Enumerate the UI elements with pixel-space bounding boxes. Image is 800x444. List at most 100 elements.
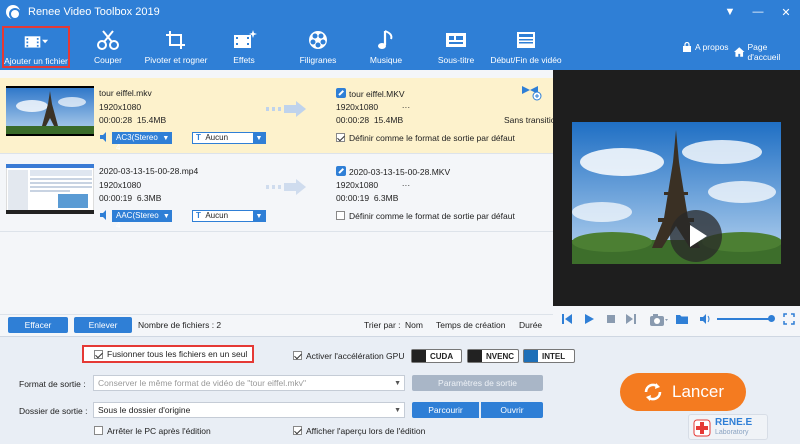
volume-handle[interactable] — [768, 315, 775, 322]
audio-track-select[interactable]: AC3(Stereo 4 ▼ — [112, 132, 172, 152]
launch-button[interactable]: Lancer — [620, 373, 746, 411]
skip-back-icon[interactable] — [561, 313, 573, 325]
output-resolution-row: 1920x1080 ··· — [336, 180, 410, 190]
home-link[interactable]: Page d'accueil — [734, 42, 800, 62]
gpu-option[interactable]: Activer l'accélération GPU — [293, 351, 404, 361]
default-format-checkbox[interactable] — [336, 211, 345, 220]
minimize-button[interactable]: — — [744, 0, 772, 24]
cut-label: Couper — [94, 55, 122, 65]
app-logo-icon — [6, 5, 21, 20]
default-format-checkbox[interactable] — [336, 133, 345, 142]
output-folder-select[interactable]: Sous le dossier d'origine ▼ — [93, 402, 405, 418]
merge-checkbox[interactable] — [94, 349, 103, 359]
cuda-label: CUDA — [430, 351, 454, 361]
volume-icon[interactable] — [699, 313, 711, 325]
about-label: A propos — [695, 42, 729, 52]
shutdown-checkbox[interactable] — [94, 426, 103, 435]
subtitle-value: Aucun — [205, 133, 229, 142]
transition-label: Sans transitio — [504, 115, 556, 125]
format-label: Format de sortie : — [19, 379, 86, 389]
stop-icon[interactable] — [605, 313, 617, 325]
add-file-label: Ajouter un fichier — [4, 56, 68, 66]
watermark-button[interactable]: Filigranes — [296, 26, 340, 68]
merge-option[interactable]: Fusionner tous les fichiers en un seul — [82, 345, 254, 363]
scissors-icon — [97, 30, 119, 50]
shutdown-option[interactable]: Arrêter le PC après l'édition — [94, 426, 211, 436]
video-thumbnail[interactable] — [6, 164, 94, 214]
file-row[interactable]: 2020-03-13-15-00-28.mp4 1920x1080 00:00:… — [0, 156, 553, 232]
subtitle-value: Aucun — [205, 211, 229, 220]
audio-track-icon — [100, 132, 106, 142]
audio-track-select[interactable]: AAC(Stereo 4 ▼ — [112, 210, 172, 230]
rotate-crop-label: Pivoter et rogner — [144, 55, 208, 65]
subtitle-select[interactable]: T Aucun ▼ — [192, 210, 266, 222]
fullscreen-icon[interactable] — [783, 313, 795, 325]
browse-button[interactable]: Parcourir — [412, 402, 479, 418]
subtitle-icon — [446, 33, 466, 47]
audio-track-value: AAC(Stereo 4 — [113, 211, 162, 230]
folder-icon[interactable] — [675, 313, 689, 325]
nvidia-icon — [412, 350, 426, 362]
transition-icon[interactable] — [520, 82, 544, 102]
cuda-badge[interactable]: CUDA — [411, 349, 462, 363]
nvenc-label: NVENC — [486, 351, 515, 361]
open-button[interactable]: Ouvrir — [481, 402, 543, 418]
effects-label: Effets — [233, 55, 255, 65]
title-bar: Renee Video Toolbox 2019 ▼ — ✕ — [0, 0, 800, 24]
gpu-checkbox[interactable] — [293, 351, 302, 360]
output-filename-row[interactable]: 2020-03-13-15-00-28.MKV — [336, 166, 450, 177]
preview-frame[interactable] — [572, 122, 781, 264]
subtitle-value-box: T Aucun — [193, 211, 253, 221]
intel-badge[interactable]: INTEL — [523, 349, 575, 363]
audio-track-icon — [100, 210, 106, 220]
output-duration-size: 00:00:28 15.4MB — [336, 115, 403, 125]
more-info-icon[interactable]: ··· — [402, 180, 411, 190]
default-format-label: Définir comme le format de sortie par dé… — [349, 133, 515, 143]
play-icon[interactable] — [583, 313, 595, 325]
file-row[interactable]: tour eiffel.mkv 1920x1080 00:00:28 15.4M… — [0, 78, 556, 154]
sort-name-option[interactable]: Nom — [405, 320, 423, 330]
launch-label: Lancer — [672, 382, 724, 401]
volume-slider[interactable] — [717, 318, 771, 320]
effects-button[interactable]: Effets — [226, 26, 262, 68]
intro-outro-button[interactable]: Début/Fin de vidéo — [490, 26, 562, 68]
video-thumbnail[interactable] — [6, 86, 94, 136]
gpu-label: Activer l'accélération GPU — [306, 351, 405, 361]
convert-arrow-icon — [266, 101, 306, 117]
camera-icon[interactable] — [649, 313, 669, 327]
output-duration: 00:00:19 — [336, 193, 370, 203]
output-filename-row[interactable]: tour eiffel.MKV — [336, 88, 405, 99]
play-overlay-button[interactable] — [670, 210, 722, 262]
preview-option[interactable]: Afficher l'aperçu lors de l'édition — [293, 426, 425, 436]
menu-dropdown-button[interactable]: ▼ — [716, 0, 744, 24]
music-button[interactable]: Musique — [366, 26, 406, 68]
preview-checkbox[interactable] — [293, 426, 302, 435]
remove-button[interactable]: Enlever — [74, 317, 132, 333]
subtitle-value-box: T Aucun — [193, 133, 253, 143]
about-link[interactable]: A propos — [682, 42, 729, 52]
cut-button[interactable]: Couper — [88, 26, 128, 68]
add-file-button[interactable]: Ajouter un fichier — [2, 26, 70, 68]
window-controls: ▼ — ✕ — [716, 0, 800, 24]
output-params-button[interactable]: Paramètres de sortie — [412, 375, 543, 391]
edit-icon[interactable] — [336, 88, 346, 98]
more-info-icon[interactable]: ··· — [402, 102, 411, 112]
sort-duration-option[interactable]: Durée — [519, 320, 542, 330]
skip-forward-icon[interactable] — [625, 313, 637, 325]
output-resolution: 1920x1080 — [336, 180, 379, 190]
default-format-option[interactable]: Définir comme le format de sortie par dé… — [336, 133, 515, 143]
edit-icon[interactable] — [336, 166, 346, 176]
sort-created-option[interactable]: Temps de création — [436, 320, 505, 330]
source-duration-size: 00:00:28 15.4MB — [99, 115, 166, 125]
subtitle-button[interactable]: Sous-titre — [436, 26, 476, 68]
close-button[interactable]: ✕ — [772, 0, 800, 24]
output-format-select[interactable]: Conserver le même format de vidéo de "to… — [93, 375, 405, 391]
nvenc-badge[interactable]: NVENC — [467, 349, 519, 363]
clear-button[interactable]: Effacer — [8, 317, 68, 333]
subtitle-t-icon: T — [196, 133, 201, 142]
subtitle-select[interactable]: T Aucun ▼ — [192, 132, 266, 144]
music-icon — [378, 30, 393, 49]
rotate-crop-button[interactable]: Pivoter et rogner — [142, 26, 210, 68]
output-folder-value: Sous le dossier d'origine — [98, 405, 191, 415]
default-format-option[interactable]: Définir comme le format de sortie par dé… — [336, 211, 515, 221]
